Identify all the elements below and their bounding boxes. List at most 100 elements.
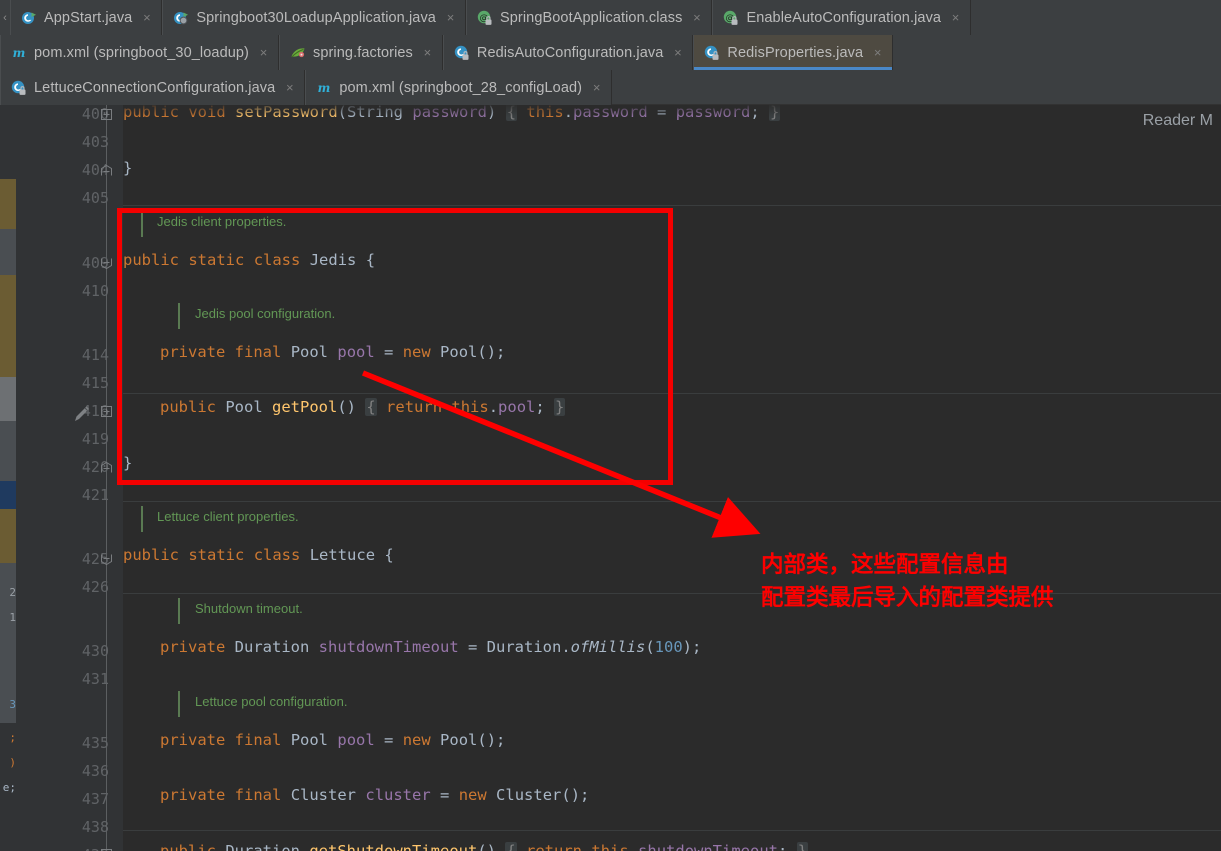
stripe-mark <box>0 509 16 563</box>
line-number: 419 <box>81 430 109 448</box>
code-line-414: private final Pool pool = new Pool(); <box>160 343 506 361</box>
code-content[interactable]: public void setPassword(String password)… <box>123 105 1221 851</box>
tab-label: LettuceConnectionConfiguration.java <box>34 79 276 96</box>
doc-comment-bar <box>141 506 143 532</box>
fold-collapse-start-icon[interactable] <box>101 552 112 566</box>
code-line-416: public Pool getPool() { return this.pool… <box>160 398 566 416</box>
code-separator <box>123 393 1221 394</box>
doc-comment-bar <box>178 303 180 329</box>
line-number: 421 <box>81 486 109 504</box>
line-number: 426 <box>81 578 109 596</box>
tab-close-icon[interactable]: × <box>445 11 456 24</box>
code-line-409: public static class Jedis { <box>123 251 376 269</box>
code-separator <box>123 501 1221 502</box>
tab-pom-xml-springboot-30-loadup[interactable]: m pom.xml (springboot_30_loadup) × <box>0 35 279 70</box>
line-number: 435 <box>81 734 109 752</box>
maven-icon: m <box>11 45 27 61</box>
tab-close-icon[interactable]: × <box>691 11 702 24</box>
tab-label: SpringBootApplication.class <box>499 9 683 26</box>
java-annotation-locked-icon: @ <box>723 10 739 26</box>
java-annotation-locked-icon: @ <box>477 10 493 26</box>
tab-spring-factories[interactable]: spring.factories × <box>278 35 443 70</box>
tab-springboot30loadupapplication-java[interactable]: Springboot30LoadupApplication.java × <box>162 0 466 35</box>
spring-leaf-icon <box>290 45 306 61</box>
tab-close-icon[interactable]: × <box>950 11 961 24</box>
line-number: 436 <box>81 762 109 780</box>
edit-pencil-icon[interactable] <box>72 403 92 425</box>
tab-row-3: LettuceConnectionConfiguration.java × m … <box>0 70 613 105</box>
code-line-435: private final Pool pool = new Pool(); <box>160 731 506 749</box>
editor-gutter[interactable]: 400 403 404 405 409 410 414 415 416 419 … <box>16 105 123 851</box>
tab-close-icon[interactable]: × <box>872 46 883 59</box>
tab-label: pom.xml (springboot_30_loadup) <box>34 44 249 61</box>
tab-label: Springboot30LoadupApplication.java <box>196 9 436 26</box>
fold-collapse-end-icon[interactable] <box>101 163 112 176</box>
editor-error-stripe[interactable]: 2 1 3 ; ) e; <box>0 105 16 851</box>
code-line-404: } <box>123 159 133 177</box>
line-number: 405 <box>81 189 109 207</box>
code-line-430: private Duration shutdownTimeout = Durat… <box>160 638 702 656</box>
tab-close-icon[interactable]: × <box>422 46 433 59</box>
tab-label: AppStart.java <box>44 9 133 26</box>
line-number: 414 <box>81 346 109 364</box>
tab-close-icon[interactable]: × <box>258 46 269 59</box>
editor-top-fade <box>123 105 1221 117</box>
line-number: 415 <box>81 374 109 392</box>
tab-label: RedisAutoConfiguration.java <box>476 44 664 61</box>
line-number: 430 <box>81 642 109 660</box>
tab-row-2: m pom.xml (springboot_30_loadup) × sprin… <box>0 35 894 70</box>
tab-label: pom.xml (springboot_28_configLoad) <box>339 79 583 96</box>
tab-close-icon[interactable]: × <box>141 11 152 24</box>
tab-close-icon[interactable]: × <box>284 81 295 94</box>
tab-label: RedisProperties.java <box>727 44 864 61</box>
code-line-420: } <box>123 454 133 472</box>
doc-comment-bar <box>178 598 180 624</box>
doc-comment-lettuce-client: Lettuce client properties. <box>157 509 299 524</box>
tab-close-icon[interactable]: × <box>672 46 683 59</box>
line-number: 431 <box>81 670 109 688</box>
stripe-hint-text: e; <box>2 781 16 794</box>
stripe-mark <box>0 481 16 509</box>
tab-pom-xml-springboot-28-configload[interactable]: m pom.xml (springboot_28_configLoad) × <box>305 70 613 105</box>
tab-appstart-java[interactable]: AppStart.java × <box>10 0 163 35</box>
intellij-idea-window: ‹ AppStart.java × Springboot30LoadupAppl… <box>0 0 1221 851</box>
tab-redisautoconfiguration-java[interactable]: RedisAutoConfiguration.java × <box>442 35 694 70</box>
stripe-hint-text: 2 <box>9 586 16 599</box>
fold-expand-icon[interactable] <box>101 107 112 120</box>
stripe-hint-text: ) <box>9 756 16 769</box>
fold-expand-icon[interactable] <box>101 404 112 417</box>
editor-tab-bar: ‹ AppStart.java × Springboot30LoadupAppl… <box>0 0 1221 105</box>
reader-mode-label: Reader M <box>1142 112 1213 129</box>
line-number: 403 <box>81 133 109 151</box>
java-class-run-icon <box>173 10 189 26</box>
stripe-mark <box>0 229 16 275</box>
tab-enableautoconfiguration-java[interactable]: @ EnableAutoConfiguration.java × <box>712 0 972 35</box>
tab-row-1: ‹ AppStart.java × Springboot30LoadupAppl… <box>0 0 972 35</box>
stripe-hint-text: ; <box>9 731 16 744</box>
doc-comment-jedis-pool: Jedis pool configuration. <box>195 306 336 321</box>
svg-text:m: m <box>13 46 26 60</box>
tab-redisproperties-java[interactable]: RedisProperties.java × <box>693 35 894 70</box>
tab-springbootapplication-class[interactable]: @ SpringBootApplication.class × <box>465 0 713 35</box>
java-class-run-icon <box>21 10 37 26</box>
fold-expand-icon[interactable] <box>101 847 112 851</box>
code-line-425: public static class Lettuce { <box>123 546 394 564</box>
tab-scroll-left-icon[interactable]: ‹ <box>0 0 10 35</box>
fold-collapse-end-icon[interactable] <box>101 460 112 473</box>
code-separator <box>123 205 1221 206</box>
tab-lettuceconnectionconfiguration-java[interactable]: LettuceConnectionConfiguration.java × <box>0 70 306 105</box>
code-editor[interactable]: 2 1 3 ; ) e; 400 403 404 405 409 410 414… <box>0 105 1221 851</box>
code-separator <box>123 830 1221 831</box>
code-separator <box>123 593 1221 594</box>
doc-comment-lettuce-pool: Lettuce pool configuration. <box>195 694 348 709</box>
code-line-437: private final Cluster cluster = new Clus… <box>160 786 590 804</box>
doc-comment-shutdown-timeout: Shutdown timeout. <box>195 601 303 616</box>
code-line-439: public Duration getShutdownTimeout() { r… <box>160 842 809 851</box>
line-number: 410 <box>81 282 109 300</box>
tab-label: spring.factories <box>312 44 413 61</box>
tab-close-icon[interactable]: × <box>591 81 602 94</box>
maven-icon: m <box>316 80 332 96</box>
line-number: 438 <box>81 818 109 836</box>
fold-collapse-start-icon[interactable] <box>101 256 112 270</box>
doc-comment-bar <box>141 211 143 237</box>
